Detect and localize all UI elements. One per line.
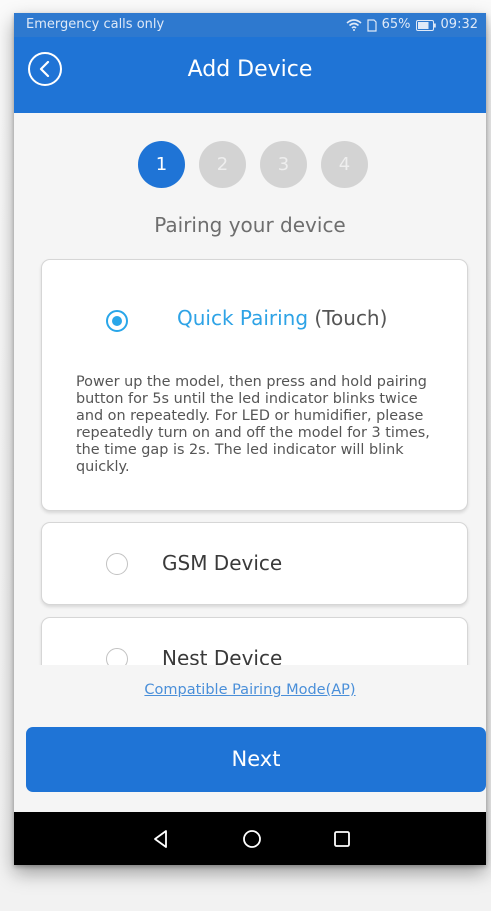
radio-nest-device[interactable] xyxy=(106,648,128,665)
quick-pairing-description: Power up the model, then press and hold … xyxy=(76,374,430,475)
radio-gsm-device[interactable] xyxy=(106,553,128,575)
circle-home-icon[interactable] xyxy=(237,824,267,854)
status-bar: Emergency calls only 65% 09:32 xyxy=(14,13,486,37)
battery-percent: 65% xyxy=(381,17,411,32)
step-2: 2 xyxy=(199,141,246,188)
screenshot-frame: Emergency calls only 65% 09:32 Add Devic… xyxy=(0,0,491,911)
gsm-device-label: GSM Device xyxy=(162,551,283,575)
status-icons: 65% 09:32 xyxy=(346,13,478,37)
quick-pairing-suffix: (Touch) xyxy=(314,306,388,330)
phone-screen: Emergency calls only 65% 09:32 Add Devic… xyxy=(14,13,486,865)
square-recents-icon[interactable] xyxy=(327,824,357,854)
wifi-icon xyxy=(346,19,362,31)
battery-icon xyxy=(415,19,436,31)
step-1: 1 xyxy=(138,141,185,188)
system-nav-bar xyxy=(14,812,486,865)
next-button[interactable]: Next xyxy=(26,727,486,792)
section-title: Pairing your device xyxy=(154,213,346,237)
carrier-text: Emergency calls only xyxy=(26,17,165,32)
sim-icon xyxy=(367,18,377,32)
clock-time: 09:32 xyxy=(440,17,478,32)
step-indicator: 1 2 3 4 xyxy=(138,141,368,188)
radio-quick-pairing[interactable] xyxy=(106,310,128,332)
triangle-back-icon[interactable] xyxy=(146,824,176,854)
compatible-pairing-link[interactable]: Compatible Pairing Mode(AP) xyxy=(14,682,486,698)
step-4: 4 xyxy=(321,141,368,188)
option-label-quick-pairing: Quick Pairing (Touch) xyxy=(177,306,387,330)
option-nest-device[interactable]: Nest Device xyxy=(41,617,468,665)
pairing-options-list[interactable]: Quick Pairing (Touch) Power up the model… xyxy=(14,253,486,665)
quick-pairing-label: Quick Pairing xyxy=(177,306,309,330)
option-quick-pairing[interactable]: Quick Pairing (Touch) Power up the model… xyxy=(41,259,468,511)
step-3: 3 xyxy=(260,141,307,188)
page-title: Add Device xyxy=(187,57,313,82)
option-gsm-device[interactable]: GSM Device xyxy=(41,522,468,605)
nest-device-label: Nest Device xyxy=(162,646,283,665)
app-header: Add Device xyxy=(14,37,486,113)
